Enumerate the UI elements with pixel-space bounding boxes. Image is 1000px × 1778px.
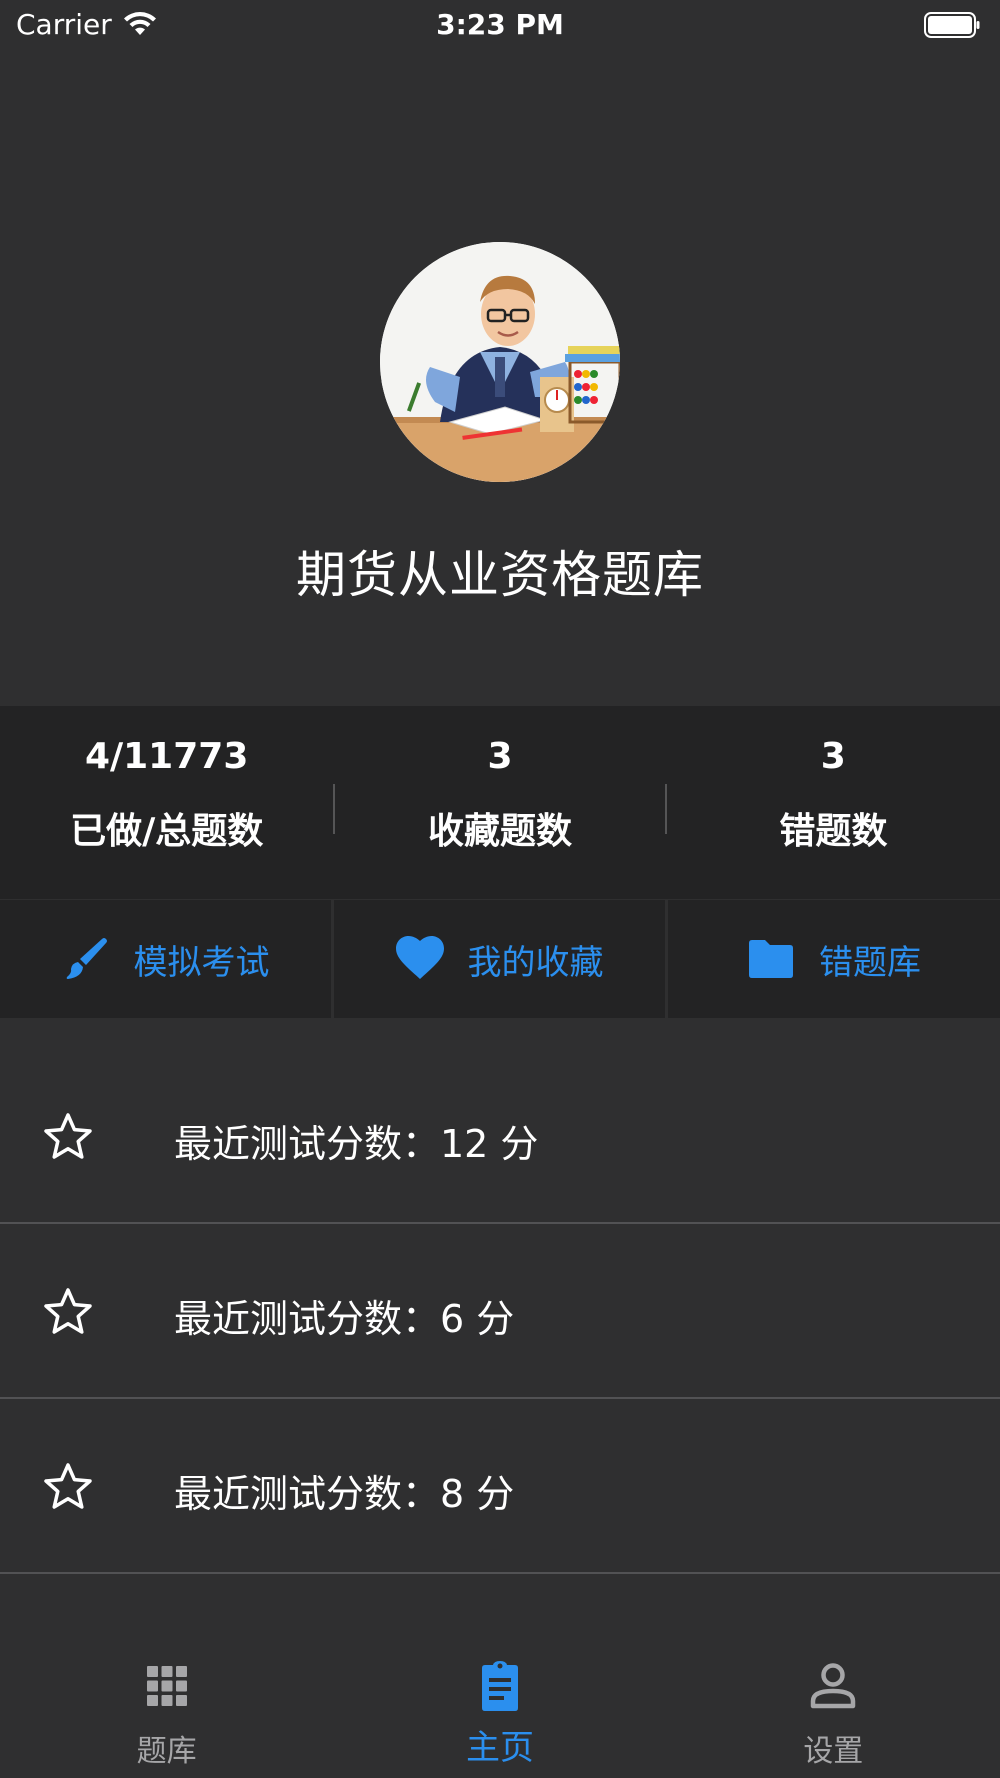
stat-divider bbox=[665, 784, 667, 834]
status-time: 3:23 PM bbox=[436, 8, 564, 41]
stat-wrong: 3 错题数 bbox=[667, 706, 1000, 899]
star-outline-icon bbox=[44, 1113, 92, 1159]
my-favorites-label: 我的收藏 bbox=[467, 942, 604, 983]
star-outline-icon bbox=[44, 1463, 92, 1509]
tab-settings[interactable]: 设置 bbox=[667, 1640, 1000, 1778]
tab-question-bank[interactable]: 题库 bbox=[0, 1640, 333, 1778]
page-title: 期货从业资格题库 bbox=[296, 546, 704, 604]
score-text: 最近测试分数：12 分 bbox=[174, 1122, 539, 1166]
status-bar: Carrier 3:23 PM bbox=[0, 0, 1000, 52]
student-photo bbox=[380, 242, 620, 482]
person-icon bbox=[811, 1663, 856, 1709]
score-text: 最近测试分数：8 分 bbox=[174, 1472, 515, 1516]
home-screen: Carrier 3:23 PM 期货从业资格题库 4/11773 已做/总题数 … bbox=[0, 0, 1000, 1778]
stats-panel: 4/11773 已做/总题数 3 收藏题数 3 错题数 bbox=[0, 706, 1000, 899]
mock-exam-label: 模拟考试 bbox=[133, 942, 270, 983]
tab-question-bank-label: 题库 bbox=[136, 1734, 197, 1769]
grid-icon bbox=[146, 1666, 187, 1706]
avatar bbox=[380, 242, 620, 482]
stat-answered-value: 4/11773 bbox=[84, 736, 249, 777]
clipboard-icon bbox=[481, 1661, 518, 1711]
tab-home-label: 主页 bbox=[465, 1728, 534, 1768]
mock-exam-button[interactable]: 模拟考试 bbox=[0, 900, 331, 1018]
action-bar: 模拟考试 我的收藏 错题库 bbox=[0, 900, 1000, 1018]
heart-icon bbox=[395, 936, 444, 979]
wrong-questions-label: 错题库 bbox=[819, 942, 921, 983]
stat-divider bbox=[333, 784, 335, 834]
stat-answered: 4/11773 已做/总题数 bbox=[0, 706, 333, 899]
list-item[interactable]: 最近测试分数：6 分 bbox=[0, 1224, 1000, 1399]
tab-bar: 题库 主页 设置 bbox=[0, 1640, 1000, 1778]
star-outline-icon bbox=[44, 1288, 92, 1334]
brush-icon bbox=[66, 938, 107, 979]
tab-home[interactable]: 主页 bbox=[333, 1640, 666, 1778]
stat-favorites-value: 3 bbox=[487, 736, 513, 777]
stat-wrong-value: 3 bbox=[820, 736, 846, 777]
stat-favorites: 3 收藏题数 bbox=[333, 706, 666, 899]
stat-wrong-label: 错题数 bbox=[779, 811, 888, 852]
list-item[interactable]: 最近测试分数：8 分 bbox=[0, 1399, 1000, 1574]
tab-settings-label: 设置 bbox=[803, 1734, 864, 1769]
my-favorites-button[interactable]: 我的收藏 bbox=[334, 900, 665, 1018]
score-list: 最近测试分数：12 分 最近测试分数：6 分 最近测试分数：8 分 bbox=[0, 1049, 1000, 1574]
list-item[interactable]: 最近测试分数：12 分 bbox=[0, 1049, 1000, 1224]
battery-icon bbox=[924, 12, 980, 38]
stat-answered-label: 已做/总题数 bbox=[70, 811, 264, 852]
wrong-questions-button[interactable]: 错题库 bbox=[668, 900, 1000, 1018]
folder-icon bbox=[749, 940, 793, 978]
stat-favorites-label: 收藏题数 bbox=[427, 811, 572, 852]
score-text: 最近测试分数：6 分 bbox=[174, 1297, 515, 1341]
